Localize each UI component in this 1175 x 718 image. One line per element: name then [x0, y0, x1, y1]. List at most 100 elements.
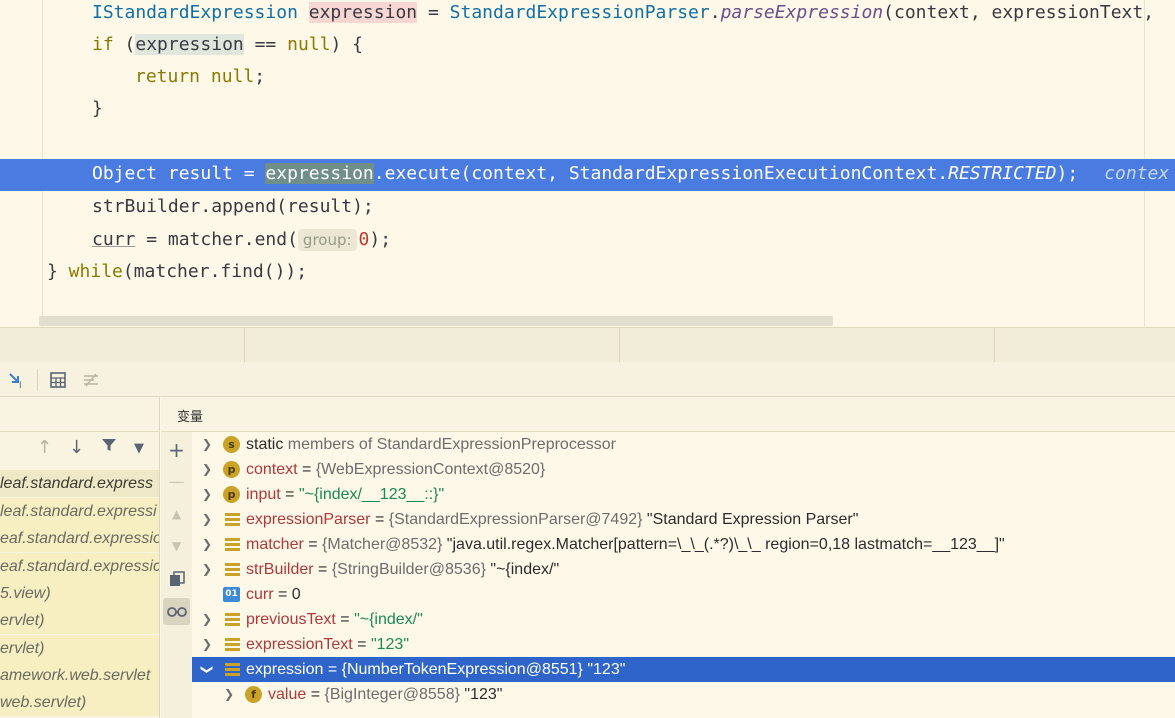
variable-row[interactable]: ❯ p input = "~{index/__123__::}": [192, 482, 1175, 507]
code-token: =: [417, 2, 450, 23]
variable-row[interactable]: ❯ expressionText = "123": [192, 632, 1175, 657]
variables-side-toolbar: + — ▲ ▼: [161, 432, 192, 718]
variable-row[interactable]: ❯ f value = {BigInteger@8558} "123": [192, 682, 1175, 707]
variables-tree[interactable]: ❯ s static members of StandardExpression…: [192, 432, 1175, 718]
code-token: StandardExpressionParser: [449, 2, 710, 23]
chevron-down-icon[interactable]: ❯: [195, 663, 220, 677]
chevron-right-icon[interactable]: ❯: [200, 607, 214, 632]
code-token: while: [57, 261, 123, 282]
up-arrow-icon[interactable]: ↑: [37, 437, 52, 458]
frame-item[interactable]: leaf.standard.expressi: [0, 498, 159, 525]
code-editor[interactable]: IStandardExpression expression = Standar…: [0, 0, 1175, 327]
equals-sign: =: [313, 561, 332, 578]
frame-item[interactable]: eaf.standard.expressic: [0, 553, 159, 580]
show-execution-point-icon[interactable]: I: [4, 367, 30, 393]
variable-value: "java.util.regex.Matcher[pattern=\_\_(.*…: [442, 536, 1005, 553]
plus-icon[interactable]: +: [163, 436, 190, 463]
chevron-right-icon[interactable]: ❯: [222, 682, 236, 707]
code-line-1[interactable]: IStandardExpression expression = Standar…: [92, 0, 1154, 30]
field-icon: [225, 513, 240, 527]
frame-item[interactable]: ervlet): [0, 607, 159, 634]
variable-row[interactable]: ❯ matcher = {Matcher@8532} "java.util.re…: [192, 532, 1175, 557]
code-token: expression: [308, 2, 418, 23]
code-token: = matcher.end(: [135, 229, 298, 250]
variable-name: input: [246, 486, 281, 503]
up-icon[interactable]: ▲: [163, 500, 190, 527]
variable-row-selected[interactable]: ❯ expression = {NumberTokenExpression@85…: [192, 657, 1175, 682]
code-token: Object result =: [92, 163, 266, 184]
variable-row[interactable]: 01 curr = 0: [192, 582, 1175, 607]
parameter-icon: p: [223, 461, 240, 478]
copy-icon[interactable]: [163, 565, 190, 592]
horizontal-scrollbar[interactable]: [39, 316, 833, 326]
equals-sign: =: [370, 511, 389, 528]
field-icon: [225, 563, 240, 577]
evaluate-expression-icon[interactable]: [45, 367, 71, 393]
final-field-icon: f: [245, 686, 262, 703]
code-token: (: [113, 34, 136, 55]
code-line-6[interactable]: strBuilder.append(result);: [92, 192, 374, 224]
chevron-right-icon[interactable]: ❯: [200, 457, 214, 482]
equals-sign: =: [323, 661, 342, 678]
equals-sign: =: [306, 686, 325, 703]
frame-item[interactable]: leaf.standard.express: [0, 470, 159, 497]
code-token: (matcher.find());: [122, 261, 308, 282]
code-token: }: [92, 98, 103, 119]
chevron-right-icon[interactable]: ❯: [200, 507, 214, 532]
frame-item[interactable]: eaf.standard.expressio: [0, 525, 159, 552]
variable-name: expression: [246, 661, 324, 678]
frame-item[interactable]: 5.view): [0, 580, 159, 607]
code-token: expression: [135, 34, 244, 55]
toolbar-separator: [37, 369, 38, 391]
parameter-hint: group:: [297, 229, 357, 251]
frame-item[interactable]: ervlet): [0, 635, 159, 662]
variable-row[interactable]: ❯ s static members of StandardExpression…: [192, 432, 1175, 457]
chevron-right-icon[interactable]: ❯: [200, 632, 214, 657]
trace-stream-icon[interactable]: [78, 367, 104, 393]
code-line-3[interactable]: return null;: [135, 62, 265, 94]
code-token: if: [92, 34, 114, 55]
code-token: .: [709, 2, 721, 23]
minus-icon[interactable]: —: [163, 468, 190, 495]
tab-divider: [244, 328, 245, 363]
variable-name: static: [246, 436, 284, 453]
current-execution-line[interactable]: Object result = expression.execute(conte…: [0, 159, 1175, 191]
primitive-icon: 01: [223, 587, 240, 602]
chevron-right-icon[interactable]: ❯: [200, 482, 214, 507]
chevron-right-icon[interactable]: ❯: [200, 432, 214, 457]
frame-item[interactable]: web.servlet): [0, 689, 159, 716]
filter-icon[interactable]: [101, 437, 117, 458]
tab-divider: [619, 328, 620, 363]
debug-toolbar: I: [0, 362, 1175, 397]
variable-name: expressionText: [246, 636, 353, 653]
code-line-7[interactable]: curr = matcher.end(group: 0);: [92, 225, 391, 257]
glasses-icon[interactable]: [163, 598, 190, 625]
down-icon[interactable]: ▼: [163, 532, 190, 559]
svg-text:I: I: [19, 381, 22, 390]
code-line-4[interactable]: }: [92, 94, 103, 126]
frame-item[interactable]: amework.web.servlet: [0, 662, 159, 689]
variable-name: context: [246, 461, 298, 478]
variable-ref: {BigInteger@8558}: [324, 686, 460, 703]
variable-value: "123": [370, 636, 410, 653]
static-icon: s: [223, 436, 240, 453]
variable-value: "123": [582, 661, 626, 678]
variable-row[interactable]: ❯ strBuilder = {StringBuilder@8536} "~{i…: [192, 557, 1175, 582]
variable-row[interactable]: ❯ previousText = "~{index/": [192, 607, 1175, 632]
chevron-right-icon[interactable]: ❯: [200, 557, 214, 582]
variable-row[interactable]: ❯ p context = {WebExpressionContext@8520…: [192, 457, 1175, 482]
chevron-down-icon[interactable]: ▼: [134, 441, 144, 456]
code-token: .execute(context, StandardExpressionExec…: [373, 163, 949, 184]
code-token: strBuilder.append(result);: [92, 196, 374, 217]
chevron-right-icon[interactable]: ❯: [200, 532, 214, 557]
down-arrow-icon[interactable]: ↓: [69, 437, 84, 458]
code-line-8[interactable]: } while(matcher.find());: [47, 257, 307, 289]
code-line-2[interactable]: if (expression == null) {: [92, 30, 363, 62]
variable-ref: {StandardExpressionParser@7492}: [388, 511, 643, 528]
variables-title: 变量: [177, 410, 204, 425]
equals-sign: =: [280, 486, 299, 503]
variable-row[interactable]: ❯ expressionParser = {StandardExpression…: [192, 507, 1175, 532]
code-token: null: [287, 34, 331, 55]
code-token: ==: [243, 34, 288, 55]
variable-value: 0: [291, 586, 301, 603]
